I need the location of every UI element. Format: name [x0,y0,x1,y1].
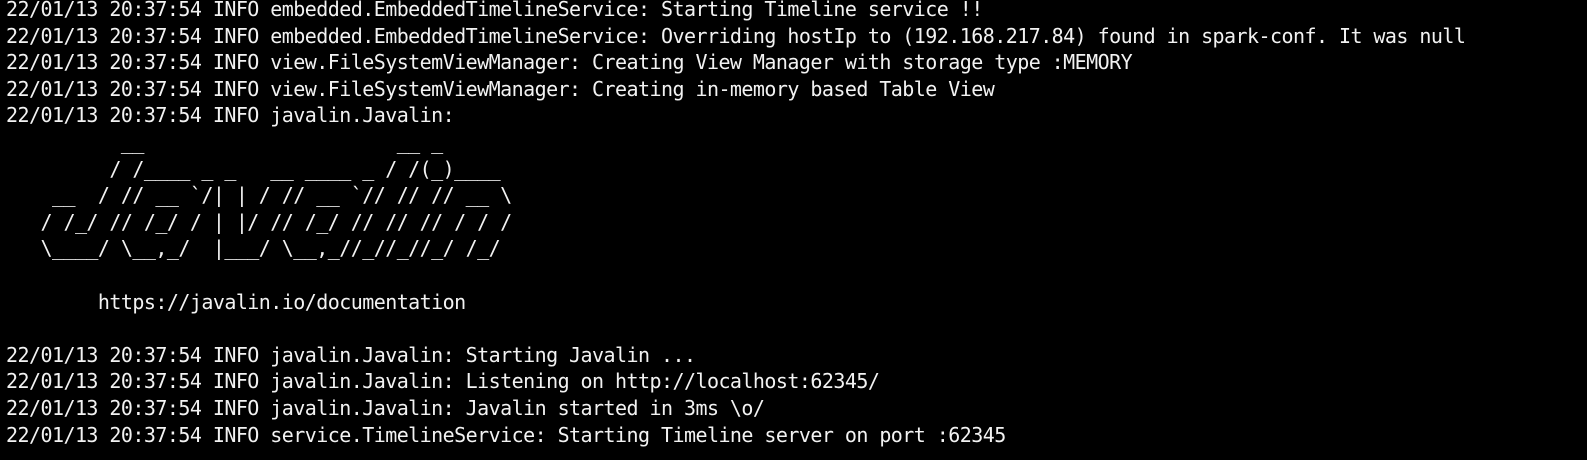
log-line: 22/01/13 20:37:54 INFO javalin.Javalin: … [6,342,696,367]
log-line: 22/01/13 20:37:54 INFO javalin.Javalin: [6,103,455,128]
documentation-link: https://javalin.io/documentation [6,289,466,314]
terminal-output[interactable]: 22/01/13 20:37:54 INFO embedded.Embedded… [0,0,1587,456]
log-line: 22/01/13 20:37:54 INFO service.TimelineS… [6,422,1006,447]
log-line: 22/01/13 20:37:54 INFO view.FileSystemVi… [6,50,1133,75]
ascii-banner-line: __ / // __ `/| | / // __ `// // // __ \ [6,183,512,208]
ascii-banner-line: / /____ _ _ __ ____ _ / /(_)____ [6,156,501,181]
log-line: 22/01/13 20:37:54 INFO view.FileSystemVi… [6,76,995,101]
ascii-banner-line: \____/ \__,_/ |___/ \__,_//_//_//_/ /_/ [6,236,501,261]
ascii-banner-line: __ __ _ [6,129,443,154]
log-line: 22/01/13 20:37:54 INFO embedded.Embedded… [6,0,983,21]
log-line: 22/01/13 20:37:54 INFO embedded.Embedded… [6,23,1466,48]
log-line: 22/01/13 20:37:54 INFO javalin.Javalin: … [6,395,765,420]
ascii-banner-line: / /_/ // /_/ / | |/ // /_/ // // // / / … [6,209,512,234]
log-line: 22/01/13 20:37:54 INFO javalin.Javalin: … [6,369,880,394]
